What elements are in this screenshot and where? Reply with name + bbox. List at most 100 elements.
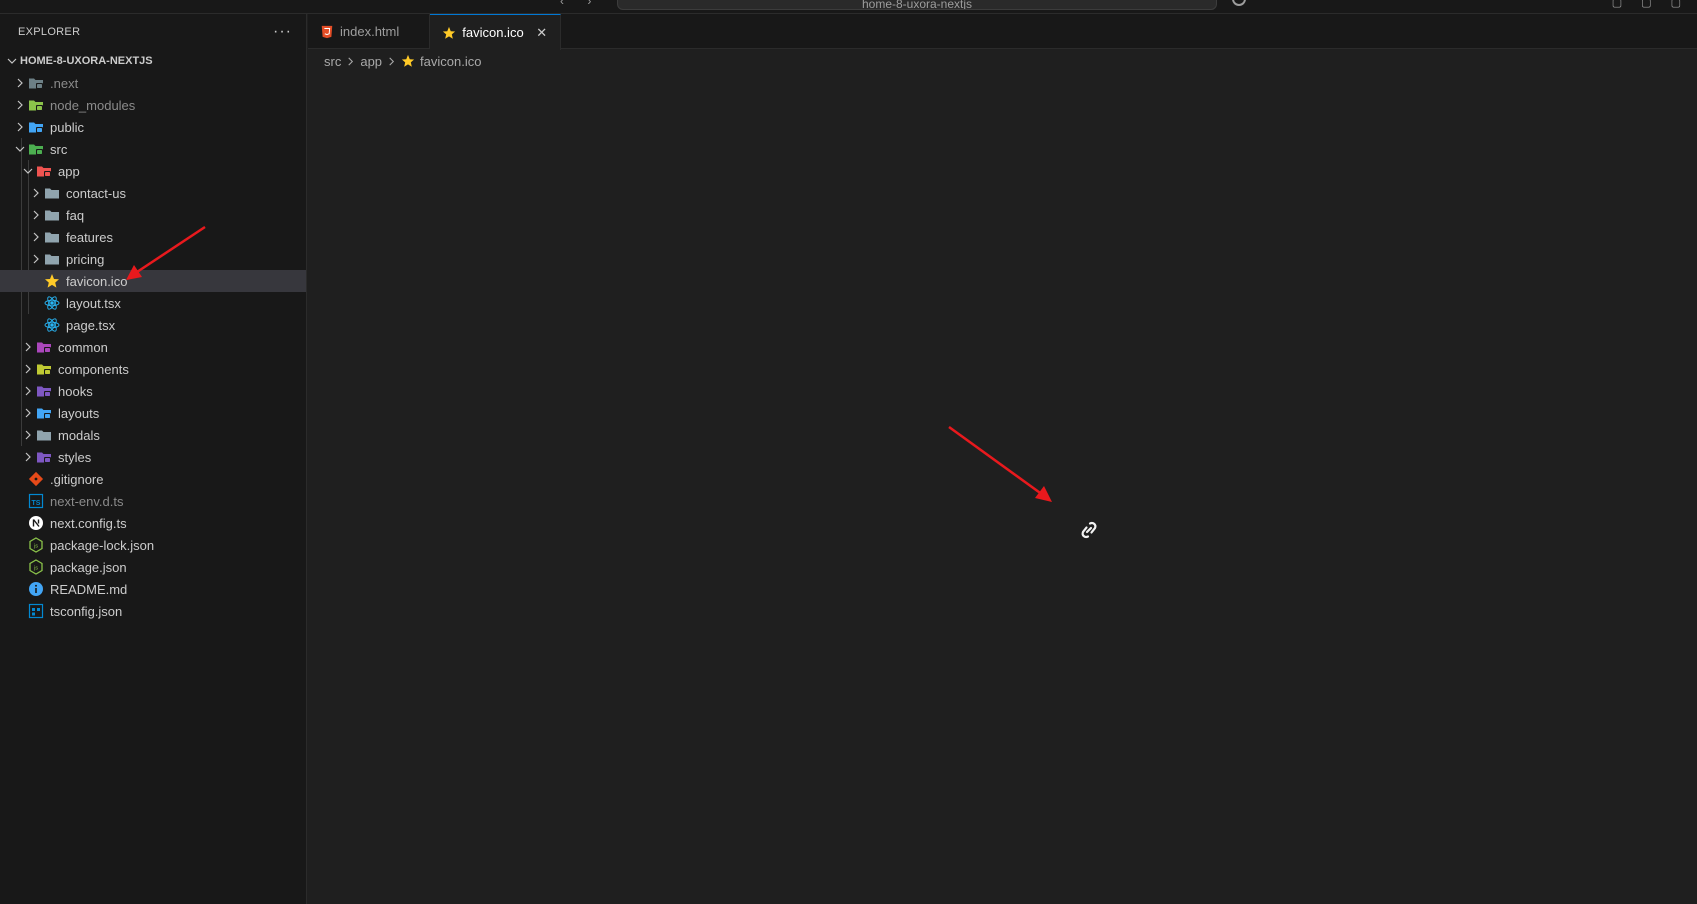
tree-item-components[interactable]: components	[0, 358, 306, 380]
chevron-right-icon	[20, 405, 36, 421]
tree-item-public[interactable]: public	[0, 116, 306, 138]
info-icon	[28, 581, 44, 597]
folder-icon	[44, 251, 60, 267]
chevron-right-icon	[20, 361, 36, 377]
chevron-right-icon	[346, 57, 355, 66]
star-icon	[44, 273, 60, 289]
command-center-search[interactable]: home-8-uxora-nextjs	[617, 0, 1217, 10]
ts-icon: TS	[28, 493, 44, 509]
tree-item-next-config-ts[interactable]: next.config.ts	[0, 512, 306, 534]
tree-item-features[interactable]: features	[0, 226, 306, 248]
favicon-preview-image	[1081, 521, 1097, 539]
tree-item-label: package-lock.json	[50, 537, 155, 553]
tree-item-label: hooks	[58, 383, 93, 399]
chevron-right-icon	[12, 119, 28, 135]
copilot-icon[interactable]	[1232, 0, 1246, 6]
tree-item-label: .next	[50, 75, 79, 91]
tree-item-page-tsx[interactable]: page.tsx	[0, 314, 306, 336]
tab-favicon-ico[interactable]: favicon.ico ✕	[430, 14, 561, 50]
breadcrumb-src[interactable]: src	[324, 54, 341, 69]
chevron-right-icon	[12, 97, 28, 113]
chevron-right-icon	[28, 185, 44, 201]
tree-item-modals[interactable]: modals	[0, 424, 306, 446]
tree-item-label: modals	[58, 427, 100, 443]
folder-icon	[44, 185, 60, 201]
tree-item-contact-us[interactable]: contact-us	[0, 182, 306, 204]
image-preview-area	[308, 72, 1697, 904]
chevron-right-icon	[20, 383, 36, 399]
tree-item-hooks[interactable]: hooks	[0, 380, 306, 402]
chevron-right-icon	[20, 339, 36, 355]
tab-index-html[interactable]: index.html	[308, 14, 431, 49]
react-icon	[44, 295, 60, 311]
tree-item-label: page.tsx	[66, 317, 116, 333]
src-folder-icon	[28, 141, 44, 157]
explorer-title: EXPLORER	[18, 26, 81, 38]
tree-item-faq[interactable]: faq	[0, 204, 306, 226]
nodejs-icon: js	[28, 559, 44, 575]
tree-item-label: next.config.ts	[50, 515, 127, 531]
workspace-root[interactable]: HOME-8-UXORA-NEXTJS	[0, 50, 306, 72]
tree-item-label: contact-us	[66, 185, 126, 201]
tree-item-pricing[interactable]: pricing	[0, 248, 306, 270]
tree-item-styles[interactable]: styles	[0, 446, 306, 468]
chevron-right-icon	[28, 251, 44, 267]
tree-item-label: components	[58, 361, 129, 377]
node-folder-icon	[28, 97, 44, 113]
chevron-right-icon	[28, 229, 44, 245]
tree-item-label: favicon.ico	[66, 273, 128, 289]
next-folder-icon	[28, 75, 44, 91]
hooks-folder-icon	[36, 383, 52, 399]
components-folder-icon	[36, 361, 52, 377]
tree-item-node-modules[interactable]: node_modules	[0, 94, 306, 116]
breadcrumb-app[interactable]: app	[360, 54, 382, 69]
tree-item-app[interactable]: app	[0, 160, 306, 182]
folder-icon	[44, 229, 60, 245]
tree-item-gitignore[interactable]: .gitignore	[0, 468, 306, 490]
tree-item-label: node_modules	[50, 97, 136, 113]
tree-item-src[interactable]: src	[0, 138, 306, 160]
public-folder-icon	[28, 119, 44, 135]
layout-controls[interactable]: ▢ ▢ ▢	[1612, 0, 1689, 9]
tree-item-favicon-ico[interactable]: favicon.ico	[0, 270, 306, 292]
styles-folder-icon	[36, 449, 52, 465]
tree-item-tsconfig-json[interactable]: tsconfig.json	[0, 600, 306, 622]
tree-item-layouts[interactable]: layouts	[0, 402, 306, 424]
svg-text:TS: TS	[32, 500, 41, 507]
more-actions-icon[interactable]: ···	[273, 23, 292, 41]
chevron-right-icon	[28, 207, 44, 223]
chevron-right-icon	[12, 75, 28, 91]
explorer-header: EXPLORER ···	[0, 14, 306, 50]
tree-item-label: src	[50, 141, 68, 157]
tree-item-layout-tsx[interactable]: layout.tsx	[0, 292, 306, 314]
close-icon[interactable]: ✕	[534, 25, 550, 41]
tree-item-package-json[interactable]: js package.json	[0, 556, 306, 578]
tree-item-common[interactable]: common	[0, 336, 306, 358]
breadcrumb-file[interactable]: favicon.ico	[420, 54, 481, 69]
tree-item-package-lock-json[interactable]: js package-lock.json	[0, 534, 306, 556]
title-bar: ‹ › home-8-uxora-nextjs ▢ ▢ ▢	[0, 0, 1697, 14]
chevron-right-icon	[20, 449, 36, 465]
tree-item-label: layouts	[58, 405, 100, 421]
tree-item-next-env-d-ts[interactable]: TS next-env.d.ts	[0, 490, 306, 512]
tree-item-label: next-env.d.ts	[50, 493, 124, 509]
tree-item-label: package.json	[50, 559, 127, 575]
nav-arrows[interactable]: ‹ ›	[560, 0, 601, 8]
react-icon	[44, 317, 60, 333]
star-icon	[442, 26, 456, 40]
tree-item-readme-md[interactable]: README.md	[0, 578, 306, 600]
tree-item-label: app	[58, 163, 80, 179]
layouts-folder-icon	[36, 405, 52, 421]
chevron-right-icon	[387, 57, 396, 66]
folder-icon	[36, 427, 52, 443]
tree-item-next[interactable]: .next	[0, 72, 306, 94]
editor-tabs: index.html favicon.ico ✕	[308, 14, 1697, 50]
tree-item-label: pricing	[66, 251, 105, 267]
